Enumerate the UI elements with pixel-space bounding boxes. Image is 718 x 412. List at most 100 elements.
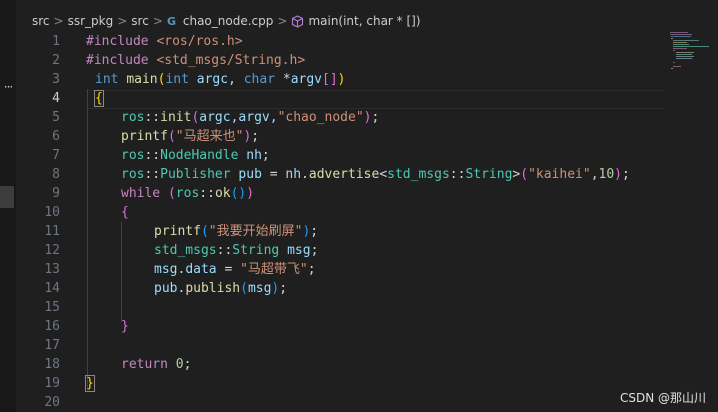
- code-token: {: [94, 90, 104, 107]
- code-token: ;: [261, 148, 270, 163]
- breadcrumb-separator: >: [277, 14, 288, 28]
- breadcrumb-item-file[interactable]: chao_node.cpp: [183, 14, 274, 28]
- code-token: nh: [246, 148, 262, 163]
- code-token: argc,argv,: [199, 110, 278, 125]
- minimap-line: [673, 48, 687, 49]
- code-token: ;: [371, 110, 380, 125]
- code-token: ::: [216, 243, 233, 258]
- breadcrumb-item-ssr-pkg[interactable]: ssr_pkg: [68, 14, 114, 28]
- code-token: msg: [154, 262, 178, 277]
- code-line: 4 {: [0, 89, 670, 108]
- code-token: ::: [144, 110, 161, 125]
- code-token: []: [322, 72, 338, 87]
- code-token: ;: [183, 357, 192, 372]
- minimap-line: [670, 32, 688, 33]
- breadcrumb-separator: >: [152, 14, 163, 28]
- code-token: *: [282, 72, 291, 87]
- line-number: 17: [44, 338, 60, 353]
- code-line: 10 {: [0, 203, 670, 222]
- code-token: ;: [307, 262, 316, 277]
- code-token: ros: [121, 148, 145, 163]
- code-token: ros: [121, 110, 145, 125]
- code-token: <std_msgs/String.h>: [156, 53, 306, 68]
- line-number: 15: [44, 300, 60, 315]
- line-number: 5: [52, 110, 60, 125]
- line-number: 9: [52, 186, 60, 201]
- watermark: CSDN @那山川: [620, 391, 707, 405]
- line-number: 14: [44, 281, 60, 296]
- code-token: ): [614, 167, 622, 182]
- code-token: ::: [144, 167, 161, 182]
- code-token: "马超带飞": [240, 262, 308, 277]
- code-token: NodeHandle: [160, 148, 239, 163]
- line-number: 3: [52, 72, 60, 87]
- minimap-line: [673, 40, 699, 41]
- code-token: printf: [154, 224, 201, 239]
- minimap-line: [673, 50, 675, 51]
- vertical-scrollbar[interactable]: [712, 30, 718, 412]
- code-token: ok: [214, 186, 231, 201]
- code-token: <ros/ros.h>: [156, 34, 243, 49]
- code-line: 5 ros::init(argc,argv,"chao_node");: [0, 108, 670, 127]
- line-number: 4: [52, 91, 60, 106]
- code-token: ::: [449, 167, 466, 182]
- line-number: 13: [44, 262, 60, 277]
- code-token: ;: [251, 129, 260, 144]
- code-token: ): [246, 186, 255, 201]
- breadcrumb-item-src2[interactable]: src: [131, 14, 149, 28]
- code-token: pub: [238, 167, 262, 182]
- line-number: 1: [52, 34, 60, 49]
- code-token: =: [269, 167, 278, 182]
- code-token: ,: [228, 72, 236, 87]
- code-token: }: [121, 319, 129, 334]
- breadcrumb-separator: >: [53, 14, 64, 28]
- breadcrumb-item-src[interactable]: src: [32, 14, 50, 28]
- code-token: std_msgs: [154, 243, 217, 258]
- code-token: ;: [310, 224, 319, 239]
- code-token: ): [337, 72, 346, 87]
- code-token: String: [465, 167, 513, 182]
- code-token: int: [95, 72, 119, 87]
- code-token: <: [379, 167, 388, 182]
- code-token: 10: [598, 167, 615, 182]
- minimap-line: [673, 42, 687, 43]
- code-token: .: [301, 167, 309, 182]
- minimap-line: [671, 38, 673, 39]
- code-line: 17: [0, 336, 670, 355]
- code-token: printf: [121, 129, 168, 144]
- line-number: 10: [44, 205, 60, 220]
- code-token: #include: [86, 53, 149, 68]
- minimap-line: [673, 62, 675, 63]
- minimap[interactable]: [668, 30, 712, 80]
- code-token: "我要开始刷屏": [208, 224, 303, 239]
- line-number: 18: [44, 357, 60, 372]
- code-token: int: [165, 72, 189, 87]
- code-line: 6 printf("马超来也");: [0, 127, 670, 146]
- breadcrumb-item-symbol[interactable]: main(int, char * []): [308, 14, 420, 28]
- line-number: 6: [52, 129, 60, 144]
- minimap-line: [670, 34, 692, 35]
- code-token: advertise: [308, 167, 380, 182]
- code-token: "马超来也": [175, 129, 244, 144]
- code-token: ros: [121, 167, 145, 182]
- code-line: 19 }: [0, 374, 670, 393]
- code-line: 20: [0, 393, 670, 412]
- code-token: msg: [247, 281, 272, 296]
- code-token: publish: [185, 281, 241, 296]
- code-line: 9 while (ros::ok()): [0, 184, 670, 203]
- code-line: 1 #include <ros/ros.h>: [0, 32, 670, 51]
- code-token: "chao_node": [277, 110, 364, 125]
- code-token: return: [121, 357, 168, 372]
- code-line: 18 return 0;: [0, 355, 670, 374]
- code-token: ;: [310, 243, 319, 258]
- code-token: "kaihei": [528, 167, 591, 182]
- code-token: argv: [290, 72, 323, 87]
- code-token: while: [121, 186, 161, 201]
- code-line: 14 pub.publish(msg);: [0, 279, 670, 298]
- line-number: 20: [44, 395, 60, 410]
- code-token: ros: [175, 186, 200, 201]
- code-token: ,: [590, 167, 599, 182]
- code-token: data: [185, 262, 217, 277]
- code-editor[interactable]: 1 #include <ros/ros.h> 2 #include <std_m…: [0, 32, 718, 412]
- code-token: (: [520, 167, 529, 182]
